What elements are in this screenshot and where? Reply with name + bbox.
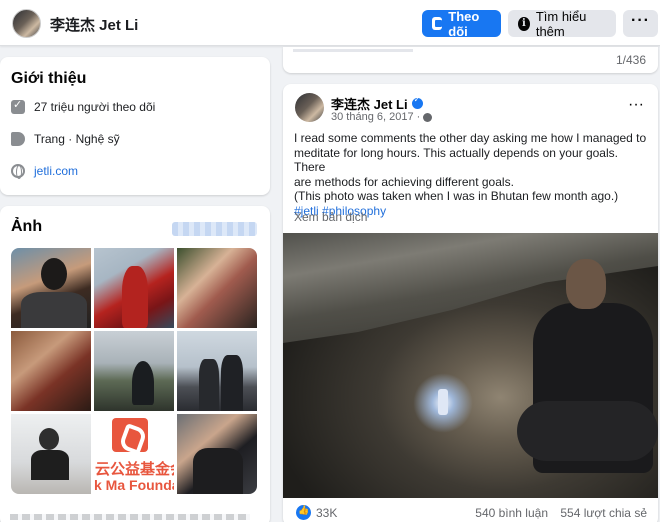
lantern: [438, 389, 448, 415]
post-photo[interactable]: [283, 233, 658, 498]
previous-post-footer: 1/436: [283, 47, 658, 73]
website-row[interactable]: jetli.com: [11, 164, 78, 179]
page-header: 李连杰 Jet Li Theo dõi i Tìm hiểu thêm ···: [0, 0, 660, 46]
see-translation-link[interactable]: Xem bản dịch: [294, 210, 367, 224]
post-text-line: (This photo was taken when I was in Bhut…: [294, 189, 619, 203]
photo-thumbnail[interactable]: [11, 248, 91, 328]
photo-thumbnail[interactable]: [177, 331, 257, 411]
post-author-avatar[interactable]: [295, 93, 324, 122]
photo-thumbnail[interactable]: [94, 331, 174, 411]
more-dots-icon: ···: [631, 11, 650, 29]
foundation-logo: [112, 418, 148, 452]
post-text-line: are methods for achieving different goal…: [294, 174, 514, 189]
follow-button[interactable]: Theo dõi: [422, 8, 501, 39]
photo-thumbnail[interactable]: 云公益基金会 k Ma Foundati: [94, 414, 174, 494]
comment-count[interactable]: 540 bình luận: [475, 506, 548, 520]
globe-icon: [11, 164, 25, 179]
followers-icon: [11, 98, 25, 114]
see-all-photos-link[interactable]: [172, 222, 257, 236]
page-name[interactable]: 李连杰 Jet Li: [50, 14, 138, 35]
post-text-line: meditate for long hours. This actually d…: [294, 145, 618, 175]
photos-card: Ảnh 云公益基金会 k Ma Foundati: [0, 206, 270, 522]
photos-title: Ảnh: [11, 218, 43, 235]
public-globe-icon: [423, 112, 433, 122]
photo-thumbnail[interactable]: [94, 248, 174, 328]
website-link[interactable]: jetli.com: [34, 164, 78, 178]
photo-thumbnail[interactable]: [177, 248, 257, 328]
follow-icon: [432, 17, 443, 30]
post-stats: 33K 540 bình luận 554 lượt chia sẻ: [283, 498, 658, 522]
photo-thumbnail[interactable]: [11, 414, 91, 494]
post-card: 李连杰 Jet Li 30 tháng 6, 2017 · ··· I read…: [283, 84, 658, 522]
like-count[interactable]: 33K: [316, 506, 337, 520]
learn-more-label: Tìm hiểu thêm: [535, 8, 587, 39]
intro-title: Giới thiệu: [11, 70, 87, 87]
post-date[interactable]: 30 tháng 6, 2017 ·: [331, 111, 433, 123]
foundation-text-cn: 云公益基金会: [95, 460, 174, 478]
follow-label: Theo dõi: [448, 8, 480, 39]
category-text: Trang · Nghệ sỹ: [34, 132, 120, 146]
tag-icon: [11, 132, 25, 146]
post-more-icon[interactable]: ···: [628, 97, 644, 113]
foundation-text-en: k Ma Foundati: [94, 477, 174, 493]
photo-thumbnail[interactable]: [177, 414, 257, 494]
photo-grid: 云公益基金会 k Ma Foundati: [11, 248, 257, 494]
followers-row: 27 triệu người theo dõi: [11, 98, 156, 114]
page-avatar[interactable]: [12, 9, 41, 38]
share-count[interactable]: 554 lượt chia sẻ: [560, 506, 647, 520]
footer-links: [10, 514, 250, 520]
post-text-line: I read some comments the other day askin…: [294, 131, 647, 145]
like-reaction-icon[interactable]: [296, 505, 311, 520]
verified-badge-icon: [411, 95, 423, 109]
post-text: I read some comments the other day askin…: [294, 131, 650, 218]
followers-text: 27 triệu người theo dõi: [34, 100, 156, 114]
more-options-button[interactable]: ···: [623, 10, 658, 37]
photo-thumbnail[interactable]: [11, 331, 91, 411]
info-icon: i: [518, 16, 530, 31]
learn-more-button[interactable]: i Tìm hiểu thêm: [508, 8, 616, 39]
photo-counter: 1/436: [615, 53, 646, 67]
intro-card: Giới thiệu 27 triệu người theo dõi Trang…: [0, 57, 270, 195]
category-row: Trang · Nghệ sỹ: [11, 132, 120, 146]
